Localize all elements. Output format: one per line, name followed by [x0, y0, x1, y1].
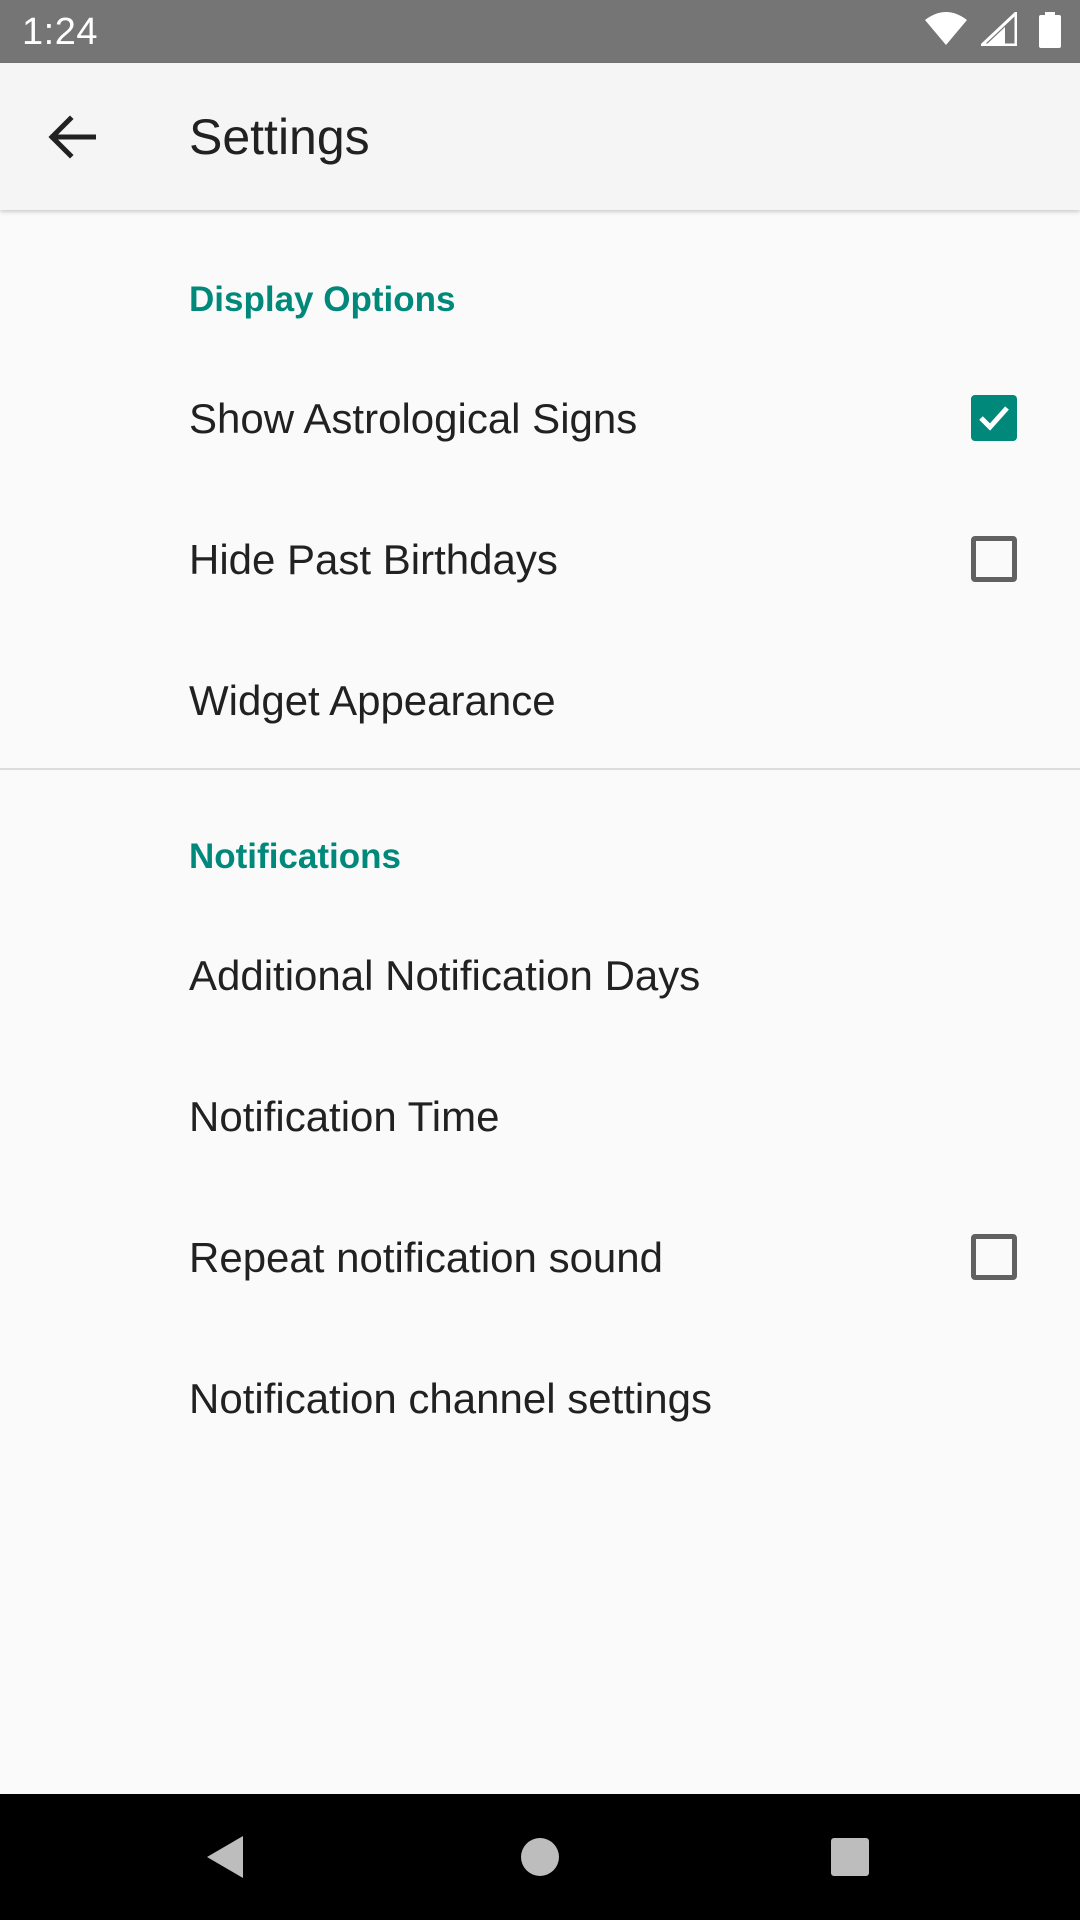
checkmark-icon: [979, 406, 1009, 431]
section-divider: [0, 768, 1080, 770]
battery-icon: [1039, 12, 1061, 48]
app-bar: Settings: [0, 63, 1080, 210]
back-button[interactable]: [34, 99, 110, 175]
pref-show-astrological-signs[interactable]: Show Astrological Signs: [0, 347, 1080, 488]
back-triangle-icon: [207, 1836, 243, 1878]
pref-label: Widget Appearance: [189, 677, 556, 724]
page-title: Settings: [189, 109, 370, 165]
pref-label: Notification channel settings: [189, 1375, 712, 1422]
pref-additional-notification-days[interactable]: Additional Notification Days: [0, 904, 1080, 1045]
pref-label: Repeat notification sound: [189, 1234, 663, 1281]
checkbox-repeat-notification-sound[interactable]: [971, 1234, 1017, 1280]
nav-recents-button[interactable]: [816, 1823, 884, 1891]
navigation-bar: [0, 1794, 1080, 1920]
recents-square-icon: [831, 1838, 869, 1876]
nav-home-button[interactable]: [506, 1823, 574, 1891]
pref-label: Show Astrological Signs: [189, 395, 638, 442]
section-header-notifications: Notifications: [189, 837, 401, 876]
nav-back-button[interactable]: [191, 1823, 259, 1891]
home-circle-icon: [521, 1838, 559, 1876]
section-header-display-options: Display Options: [189, 280, 456, 319]
status-time: 1:24: [22, 11, 98, 53]
pref-widget-appearance[interactable]: Widget Appearance: [0, 629, 1080, 770]
pref-label: Notification Time: [189, 1093, 500, 1140]
checkbox-show-astrological-signs[interactable]: [971, 395, 1017, 441]
settings-screen: 1:24 Settings Display Options Show Astro…: [0, 0, 1080, 1920]
signal-icon: [981, 12, 1017, 46]
pref-label: Hide Past Birthdays: [189, 536, 558, 583]
pref-hide-past-birthdays[interactable]: Hide Past Birthdays: [0, 488, 1080, 629]
checkbox-hide-past-birthdays[interactable]: [971, 536, 1017, 582]
pref-repeat-notification-sound[interactable]: Repeat notification sound: [0, 1186, 1080, 1327]
status-bar: 1:24: [0, 0, 1080, 63]
wifi-icon: [925, 12, 967, 45]
pref-notification-time[interactable]: Notification Time: [0, 1045, 1080, 1186]
arrow-back-icon: [48, 115, 96, 159]
pref-notification-channel-settings[interactable]: Notification channel settings: [0, 1327, 1080, 1468]
pref-label: Additional Notification Days: [189, 952, 701, 999]
